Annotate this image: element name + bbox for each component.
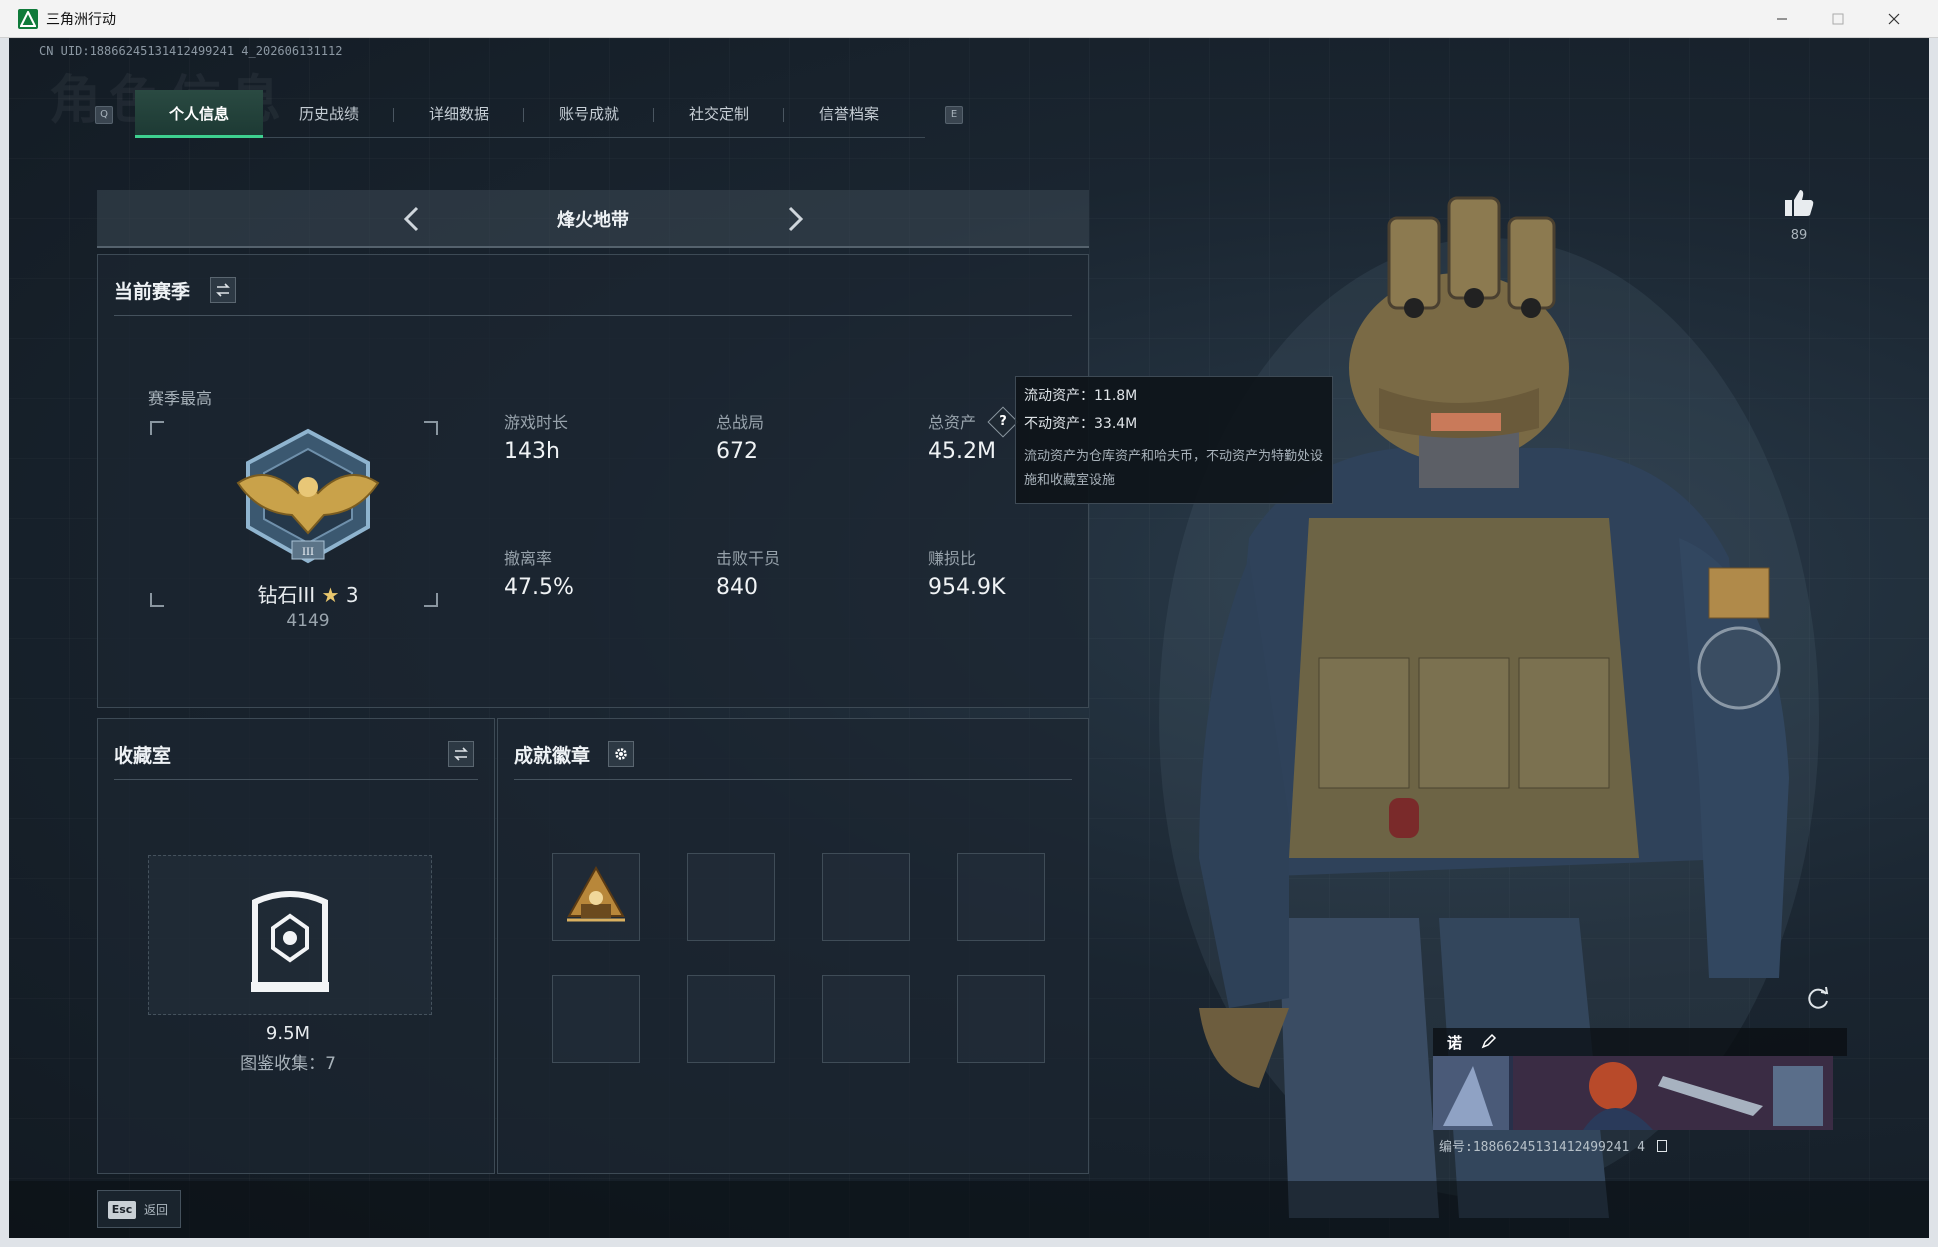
- window-titlebar: 三角洲行动: [0, 0, 1938, 38]
- namecard-banner-image: [1433, 1056, 1833, 1130]
- back-label: 返回: [144, 1203, 169, 1217]
- stat-profit-loss-value: 954.9K: [928, 575, 1006, 600]
- star-icon: ★: [321, 583, 340, 607]
- app-logo-icon: [18, 9, 38, 29]
- stat-playtime-label: 游戏时长: [504, 413, 569, 432]
- badge-slot-empty[interactable]: [822, 853, 910, 941]
- key-hint-e: E: [945, 106, 963, 124]
- frame-corner: [150, 593, 164, 607]
- next-mode-arrow-icon[interactable]: [780, 204, 810, 234]
- stat-operators-defeated-label: 击败干员: [716, 549, 781, 568]
- tab-separator: [393, 108, 394, 122]
- like-count: 89: [1790, 228, 1808, 243]
- frame-corner: [424, 593, 438, 607]
- stat-profit-loss-label: 赚损比: [928, 549, 977, 568]
- stat-operators-defeated-value: 840: [716, 575, 758, 600]
- collection-count: 图鉴收集：7: [240, 1054, 336, 1074]
- divider: [114, 315, 1072, 316]
- badge-slot-empty[interactable]: [687, 975, 775, 1063]
- uid-label: CN UID:18866245131412499241 4_2026061311…: [39, 44, 343, 58]
- achievement-badges-title: 成就徽章: [514, 745, 591, 767]
- rank-title: 钻石III ★ 3: [257, 583, 359, 607]
- rank-score: 4149: [286, 611, 330, 631]
- tab-social-customization[interactable]: 社交定制: [655, 90, 783, 138]
- mode-selector: 烽火地带: [97, 190, 1089, 248]
- tab-reputation-record[interactable]: 信誉档案: [785, 90, 913, 138]
- player-id: 编号:18866245131412499241 4: [1439, 1136, 1667, 1155]
- liquid-assets-line: 流动资产：11.8M: [1024, 388, 1138, 404]
- collection-room-panel: 收藏室 9.5M 图鉴收集：7: [97, 718, 495, 1174]
- badge-settings-gear-icon[interactable]: [608, 741, 634, 767]
- tab-match-history[interactable]: 历史战绩: [265, 90, 393, 138]
- player-namecard[interactable]: 诺 编号:18866245131412499241 4: [1433, 1028, 1847, 1178]
- window-title: 三角洲行动: [46, 12, 116, 28]
- badge-slot-empty[interactable]: [552, 975, 640, 1063]
- bottom-bar: [9, 1181, 1929, 1238]
- assets-help-icon[interactable]: ?: [987, 406, 1019, 438]
- tab-separator: [783, 108, 784, 122]
- assets-description: 流动资产为仓库资产和哈夫币，不动资产为特勤处设施和收藏室设施: [1024, 449, 1324, 488]
- stat-total-assets-value: 45.2M: [928, 439, 996, 464]
- display-case-icon: [245, 886, 335, 1000]
- refresh-icon[interactable]: [1804, 984, 1832, 1012]
- tab-account-achievements[interactable]: 账号成就: [525, 90, 653, 138]
- profile-tabs: 个人信息 历史战绩 详细数据 账号成就 社交定制 信誉档案: [135, 90, 925, 138]
- back-button[interactable]: Esc 返回: [97, 1190, 181, 1228]
- tab-separator: [653, 108, 654, 122]
- stat-playtime-value: 143h: [504, 439, 560, 464]
- divider: [114, 779, 478, 780]
- divider: [514, 779, 1072, 780]
- close-button[interactable]: [1866, 0, 1922, 38]
- tab-detailed-stats[interactable]: 详细数据: [395, 90, 523, 138]
- badge-slot-empty[interactable]: [687, 853, 775, 941]
- mode-name: 烽火地带: [557, 210, 629, 231]
- rank-emblem-icon: III: [228, 423, 388, 577]
- badge-slot-filled[interactable]: [552, 853, 640, 941]
- current-season-title: 当前赛季: [114, 281, 191, 303]
- stat-total-matches-label: 总战局: [716, 413, 765, 432]
- stat-total-assets-label: 总资产: [928, 413, 977, 432]
- stat-extraction-rate-label: 撤离率: [504, 549, 553, 568]
- svg-text:III: III: [302, 544, 314, 558]
- thumbs-up-icon: [1785, 190, 1814, 216]
- season-best-label: 赛季最高: [148, 389, 213, 408]
- current-season-panel: 当前赛季 赛季最高 III 钻石III ★ 3 4149 游戏时长 143h 总…: [97, 254, 1089, 708]
- stat-extraction-rate-value: 47.5%: [504, 575, 574, 600]
- namecard-header: 诺: [1433, 1028, 1847, 1056]
- collection-value: 9.5M: [265, 1023, 311, 1044]
- collection-preview[interactable]: [148, 855, 432, 1015]
- maximize-button[interactable]: [1810, 0, 1866, 38]
- badge-slot-empty[interactable]: [957, 853, 1045, 941]
- badge-slot-empty[interactable]: [957, 975, 1045, 1063]
- key-hint-q: Q: [95, 106, 113, 124]
- game-profile-screen: 角色信息 CN UID:18866245131412499241 4_20260…: [9, 38, 1929, 1238]
- frame-corner: [150, 421, 164, 435]
- collection-room-title: 收藏室: [114, 745, 172, 767]
- edit-pencil-icon[interactable]: [1481, 1033, 1497, 1053]
- tab-separator: [523, 108, 524, 122]
- tab-personal-info[interactable]: 个人信息: [135, 90, 263, 138]
- assets-tooltip: 流动资产：11.8M 不动资产：33.4M 流动资产为仓库资产和哈夫币，不动资产…: [1015, 376, 1333, 504]
- copy-icon[interactable]: [1656, 1140, 1667, 1152]
- esc-key-hint: Esc: [108, 1201, 136, 1219]
- stat-total-matches-value: 672: [716, 439, 758, 464]
- fixed-assets-line: 不动资产：33.4M: [1024, 416, 1138, 432]
- switch-collection-icon[interactable]: [448, 741, 474, 767]
- achievement-badges-panel: 成就徽章: [497, 718, 1089, 1174]
- switch-season-icon[interactable]: [210, 277, 236, 303]
- player-name: 诺: [1447, 1034, 1463, 1052]
- badge-slot-empty[interactable]: [822, 975, 910, 1063]
- like-widget[interactable]: 89: [1779, 188, 1819, 243]
- frame-corner: [424, 421, 438, 435]
- minimize-button[interactable]: [1754, 0, 1810, 38]
